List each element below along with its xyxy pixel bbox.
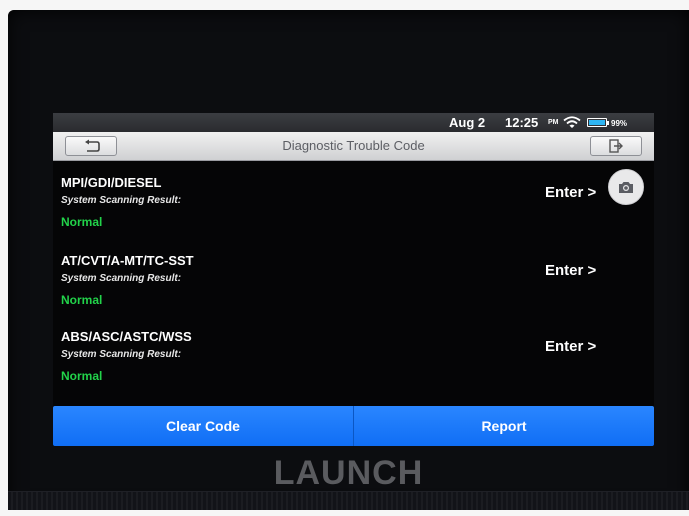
wifi-icon xyxy=(563,116,581,128)
camera-icon xyxy=(619,182,633,193)
title-bar: Diagnostic Trouble Code xyxy=(53,132,654,161)
exit-icon xyxy=(609,139,623,153)
system-name: AT/CVT/A-MT/TC-SST xyxy=(61,253,194,268)
system-name: MPI/GDI/DIESEL xyxy=(61,175,162,190)
scan-result-label: System Scanning Result: xyxy=(61,273,182,284)
screen: Aug 2 12:25 PM 99% Diagnostic Trouble Co… xyxy=(53,113,654,446)
brand-logo: LAUNCH xyxy=(273,454,424,492)
status-time: 12:25 xyxy=(505,115,539,130)
system-row[interactable]: MPI/GDI/DIESEL System Scanning Result: N… xyxy=(53,175,654,253)
screenshot-button[interactable] xyxy=(608,169,644,205)
speaker-grille xyxy=(8,491,689,510)
enter-button[interactable]: Enter > xyxy=(545,184,596,201)
battery-percent: 99% xyxy=(611,119,628,128)
system-name: ABS/ASC/ASTC/WSS xyxy=(61,329,192,344)
scan-result-status: Normal xyxy=(61,293,103,307)
page-title: Diagnostic Trouble Code xyxy=(282,138,425,153)
enter-button[interactable]: Enter > xyxy=(545,262,596,279)
status-ampm: PM xyxy=(548,119,559,126)
battery-icon xyxy=(587,118,609,127)
exit-button[interactable] xyxy=(590,136,642,156)
scan-result-label: System Scanning Result: xyxy=(61,195,182,206)
battery-level-fill xyxy=(589,120,605,125)
scan-result-label: System Scanning Result: xyxy=(61,349,182,360)
system-row[interactable]: ABS/ASC/ASTC/WSS System Scanning Result:… xyxy=(53,329,654,407)
system-row[interactable]: AT/CVT/A-MT/TC-SST System Scanning Resul… xyxy=(53,253,654,331)
scan-tool-device: Aug 2 12:25 PM 99% Diagnostic Trouble Co… xyxy=(8,10,689,510)
scan-result-status: Normal xyxy=(61,369,103,383)
action-bar: Clear Code Report xyxy=(53,406,654,446)
status-date: Aug 2 xyxy=(449,115,486,130)
status-bar: Aug 2 12:25 PM 99% xyxy=(53,113,654,132)
report-button[interactable]: Report xyxy=(354,406,654,446)
clear-code-button[interactable]: Clear Code xyxy=(53,406,353,446)
enter-button[interactable]: Enter > xyxy=(545,338,596,355)
scan-result-status: Normal xyxy=(61,215,103,229)
